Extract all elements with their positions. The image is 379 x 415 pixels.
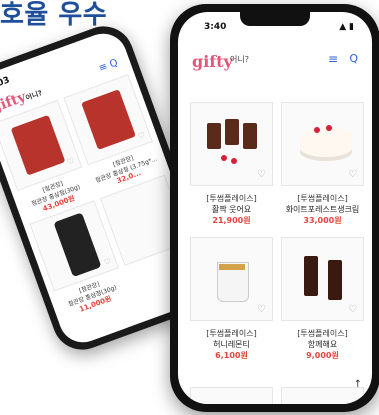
drink-cup-shape (243, 123, 257, 149)
heart-icon[interactable]: ♡ (348, 169, 357, 180)
product-brand: [투썸플레이스] (297, 329, 348, 338)
drink-cup-shape (304, 256, 318, 296)
front-phone: 3:40 ▲ ▮ gifty 어니? ≡ Q ♡ [투썸플레이스] 활짝 웃어요… (170, 4, 379, 412)
header-icons[interactable]: ≡ Q (97, 57, 119, 74)
cake-shape (300, 127, 352, 157)
product-image[interactable] (281, 387, 364, 404)
heart-icon[interactable]: ♡ (257, 169, 266, 180)
product-image[interactable]: ♡ (281, 237, 364, 321)
search-icon[interactable]: Q (108, 57, 119, 70)
product-name: 함께해요 (307, 340, 338, 349)
product-bottle-shape (53, 212, 102, 278)
heart-icon[interactable]: ♡ (103, 257, 113, 268)
heart-icon[interactable]: ♡ (137, 130, 147, 141)
product-brand: [투썸플레이스] (206, 329, 257, 338)
product-box-shape (10, 114, 66, 176)
tea-shape (219, 264, 245, 270)
front-phone-screen: 3:40 ▲ ▮ gifty 어니? ≡ Q ♡ [투썸플레이스] 활짝 웃어요… (178, 12, 372, 404)
drink-cup-shape (225, 119, 239, 145)
product-card[interactable]: ♡ [투썸플레이스] 허니레몬티 6,100원 (190, 237, 273, 362)
product-price: 33,000원 (303, 216, 342, 225)
product-card[interactable]: ♡ [투썸플레이스] 활짝 웃어요 21,900원 (190, 102, 273, 227)
product-image[interactable]: ♡ (190, 237, 273, 321)
product-brand: [투썸플레이스] (297, 194, 348, 203)
product-name: 허니레몬티 (213, 340, 250, 349)
menu-icon[interactable]: ≡ (97, 61, 109, 74)
product-card[interactable]: ♡ [투썸플레이스] 함께해요 9,000원 (281, 237, 364, 362)
strawberry-shape (231, 158, 237, 164)
headline: 호율 우수 (0, 0, 108, 30)
strawberry-shape (221, 155, 227, 161)
product-price: 6,100원 (215, 351, 248, 360)
product-image[interactable]: ♡ (190, 102, 273, 186)
heart-icon[interactable]: ♡ (257, 304, 266, 315)
product-price: 9,000원 (306, 351, 339, 360)
product-name: 활짝 웃어요 (211, 205, 252, 214)
status-icons: ▲ ▮ (339, 22, 354, 32)
next-row-peek (190, 387, 364, 404)
search-icon[interactable]: Q (349, 52, 358, 65)
status-time: 4:03 (0, 75, 12, 93)
product-box-shape (81, 89, 136, 150)
heart-icon[interactable]: ♡ (66, 156, 76, 167)
logo-sub: 어니? (24, 88, 44, 103)
status-time: 3:40 (204, 22, 227, 32)
product-card[interactable]: ♡ [투썸플레이스] 화이트포레스트생크림 33,000원 (281, 102, 364, 227)
product-image[interactable]: ♡ (281, 102, 364, 186)
scroll-top-icon[interactable]: ↑ (354, 379, 362, 390)
app-logo[interactable]: gifty (192, 52, 233, 71)
phone-notch (240, 12, 310, 26)
strawberry-shape (314, 127, 320, 133)
logo-sub: 어니? (230, 55, 249, 64)
product-price: 21,900원 (212, 216, 251, 225)
product-grid: ♡ [투썸플레이스] 활짝 웃어요 21,900원 ♡ [투썸플레이스] 화이트… (190, 102, 364, 362)
strawberry-shape (326, 125, 332, 131)
drink-cup-shape (328, 260, 342, 300)
product-brand: [투썸플레이스] (206, 194, 257, 203)
drink-cup-shape (207, 123, 221, 149)
heart-icon[interactable]: ♡ (348, 304, 357, 315)
menu-icon[interactable]: ≡ (328, 52, 338, 66)
product-image[interactable] (190, 387, 273, 404)
product-name: 화이트포레스트생크림 (285, 205, 360, 214)
